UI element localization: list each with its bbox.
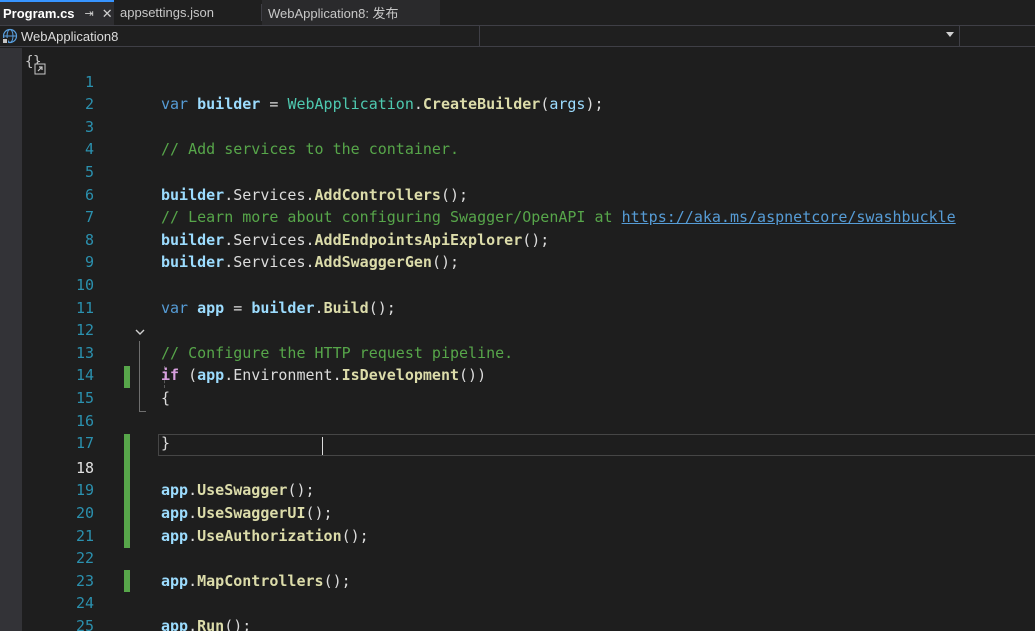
code-line: 21	[0, 502, 1035, 545]
code-line: 12 // Configure the HTTP request pipelin…	[0, 297, 1035, 362]
tab-label: WebApplication8: 发布	[268, 6, 399, 21]
navigation-bar: WebApplication8	[0, 25, 1035, 47]
code-line: 1 var builder = WebApplication.CreateBui…	[0, 48, 1035, 114]
tab-label: Program.cs	[3, 6, 75, 21]
code-line: 14 {	[0, 342, 1035, 407]
member-dropdown[interactable]	[960, 26, 1035, 46]
dot: .	[188, 616, 198, 631]
document-tab-strip: Program.cs ⇥ ✕ appsettings.json WebAppli…	[0, 0, 1035, 25]
code-line: 13 if (app.Environment.IsDevelopment())	[0, 319, 1035, 385]
code-line: 4	[0, 116, 1035, 158]
tab-appsettings-json[interactable]: appsettings.json	[114, 0, 262, 25]
code-line: 19 app.UseSwaggerUI();	[0, 457, 1035, 522]
code-line: 11	[0, 274, 1035, 317]
code-line: 17	[0, 410, 1035, 452]
tab-label: appsettings.json	[120, 5, 214, 20]
method-name: Run	[197, 616, 225, 631]
tab-publish[interactable]: WebApplication8: 发布	[262, 0, 440, 25]
code-line: 23	[0, 547, 1035, 590]
line-number: 25	[75, 616, 94, 631]
code-line: 3 // Add services to the container.	[0, 93, 1035, 159]
chevron-down-icon	[946, 32, 954, 37]
project-name: WebApplication8	[21, 28, 119, 44]
code-line: 5 builder.Services.AddControllers();	[0, 138, 1035, 204]
code-line: 2	[0, 71, 1035, 113]
type-dropdown[interactable]	[480, 26, 960, 46]
code-line: 18 app.UseSwagger();	[0, 434, 1035, 500]
pin-icon[interactable]: ⇥	[85, 7, 94, 20]
code-line: 16 }	[0, 387, 1035, 453]
code-line: 22 app.MapControllers();	[0, 525, 1035, 590]
code-line: 9	[0, 229, 1035, 271]
identifier: app	[161, 616, 189, 631]
code-editor[interactable]: { } 1 var builder = WebApplication.Creat…	[0, 48, 1035, 631]
project-dropdown[interactable]: WebApplication8	[0, 26, 480, 46]
close-icon[interactable]: ✕	[102, 6, 113, 22]
code-line: 7 builder.Services.AddEndpointsApiExplor…	[0, 184, 1035, 249]
code-line: 20 app.UseAuthorization();	[0, 479, 1035, 545]
code-line: 15	[0, 364, 1035, 407]
code-line: 25	[0, 592, 1035, 631]
line-content: app.Run();	[161, 615, 251, 631]
globe-icon	[2, 28, 18, 44]
code-line: 10 var app = builder.Build();	[0, 251, 1035, 317]
code-line: 8 builder.Services.AddSwaggerGen();	[0, 206, 1035, 272]
code-line: 6 // Learn more about configuring Swagge…	[0, 161, 1035, 227]
code-line: 24 app.Run();	[0, 570, 1035, 631]
tab-program-cs[interactable]: Program.cs ⇥ ✕	[0, 0, 114, 25]
punct: ();	[224, 616, 252, 631]
